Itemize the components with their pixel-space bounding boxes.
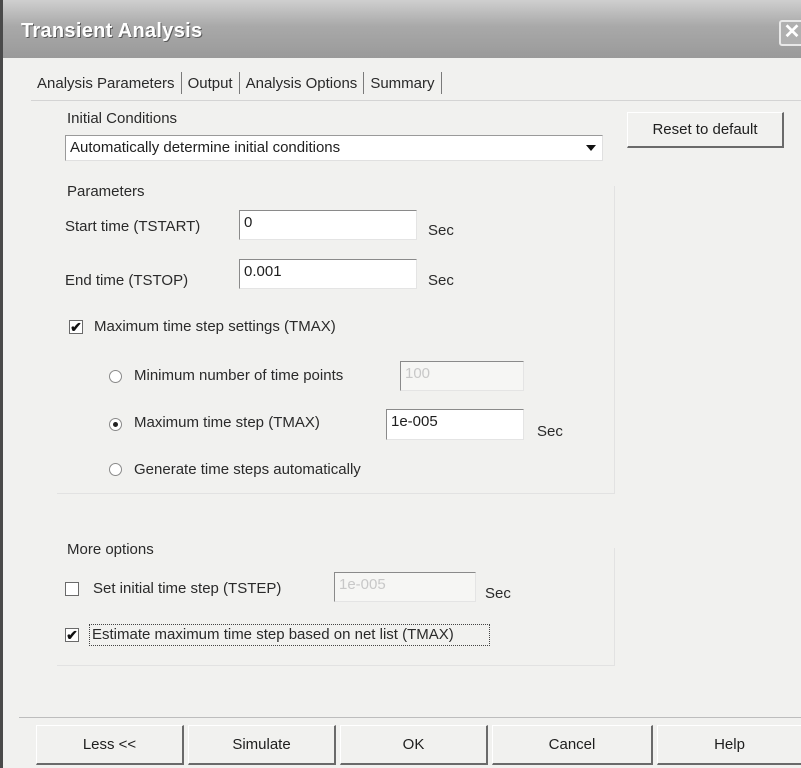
close-icon[interactable]: ✕ (779, 20, 801, 46)
more-options-group (57, 548, 615, 666)
tab-separator (238, 72, 240, 94)
start-time-input[interactable]: 0 (239, 210, 417, 240)
estimate-step-label: Estimate maximum time step based on net … (92, 626, 454, 643)
tab-summary[interactable]: Summary (365, 75, 439, 92)
max-step-label: Maximum time step (TMAX) (134, 414, 320, 431)
initial-conditions-label: Initial Conditions (67, 110, 178, 127)
initial-step-input[interactable]: 1e-005 (334, 572, 476, 602)
tab-separator (363, 72, 365, 94)
min-points-input[interactable]: 100 (400, 361, 524, 391)
estimate-step-checkbox[interactable]: ✔ (65, 628, 79, 642)
max-step-input[interactable]: 1e-005 (386, 409, 524, 440)
cancel-button[interactable]: Cancel (492, 725, 653, 765)
simulate-button[interactable]: Simulate (188, 725, 336, 765)
end-time-input[interactable]: 0.001 (239, 259, 417, 289)
initial-step-label: Set initial time step (TSTEP) (93, 580, 282, 597)
start-time-unit: Sec (428, 222, 454, 239)
min-points-label: Minimum number of time points (134, 367, 344, 384)
more-options-label: More options (67, 541, 154, 558)
ok-button[interactable]: OK (340, 725, 488, 765)
max-step-unit: Sec (537, 423, 563, 440)
transient-analysis-dialog: Transient Analysis ✕ Analysis Parameters… (0, 0, 801, 768)
tab-analysis-options[interactable]: Analysis Options (241, 75, 363, 92)
tab-bar: Analysis Parameters Output Analysis Opti… (33, 69, 443, 97)
dialog-title: Transient Analysis (21, 20, 203, 42)
reset-to-default-button[interactable]: Reset to default (627, 112, 784, 148)
button-bar-divider (19, 717, 801, 718)
title-bar[interactable]: Transient Analysis ✕ (3, 0, 801, 58)
help-button[interactable]: Help (657, 725, 801, 765)
less-button[interactable]: Less << (36, 725, 184, 765)
tab-output[interactable]: Output (183, 75, 238, 92)
parameters-label: Parameters (67, 183, 145, 200)
radio-selected-dot (113, 422, 118, 427)
min-points-radio[interactable] (109, 370, 122, 383)
initial-step-checkbox[interactable] (65, 582, 79, 596)
initial-conditions-value: Automatically determine initial conditio… (70, 139, 341, 156)
max-step-settings-checkbox[interactable]: ✔ (69, 320, 83, 334)
initial-conditions-select[interactable]: Automatically determine initial conditio… (65, 135, 603, 161)
max-step-radio[interactable] (109, 418, 122, 431)
chevron-down-icon[interactable] (586, 145, 596, 151)
tab-separator (440, 72, 442, 94)
end-time-label: End time (TSTOP) (65, 272, 189, 289)
auto-steps-label: Generate time steps automatically (134, 461, 361, 478)
initial-step-unit: Sec (485, 585, 511, 602)
max-step-settings-label: Maximum time step settings (TMAX) (94, 318, 336, 335)
end-time-unit: Sec (428, 272, 454, 289)
auto-steps-radio[interactable] (109, 463, 122, 476)
tab-separator (180, 72, 182, 94)
tab-analysis-parameters[interactable]: Analysis Parameters (33, 75, 180, 92)
start-time-label: Start time (TSTART) (65, 218, 201, 235)
